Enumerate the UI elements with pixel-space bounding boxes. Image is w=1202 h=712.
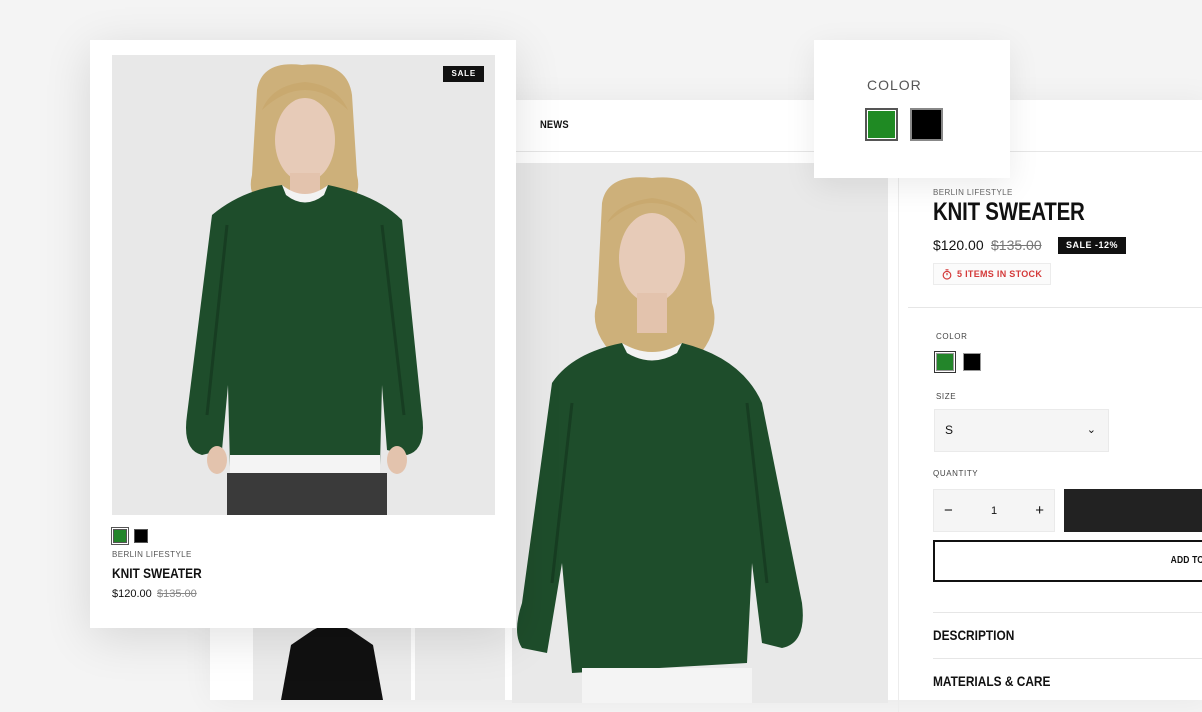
card-price: $120.00 <box>112 588 152 600</box>
add-to-cart-button[interactable]: ADD TO CART <box>933 540 1202 582</box>
quantity-value[interactable]: 1 <box>991 505 997 517</box>
color-swatch-green[interactable] <box>934 351 956 373</box>
plus-button[interactable]: + <box>1035 502 1044 519</box>
pd-divider <box>908 307 1202 308</box>
sale-badge: SALE <box>443 66 484 82</box>
pd-brand: BERLIN LIFESTYLE <box>933 188 1013 197</box>
size-select[interactable]: S ⌄ <box>934 409 1109 452</box>
chevron-down-icon: ⌄ <box>1086 424 1096 436</box>
minus-button[interactable]: − <box>944 502 953 519</box>
quantity-label: QUANTITY <box>933 469 979 478</box>
popup-swatch-black[interactable] <box>910 108 943 141</box>
product-card[interactable]: SALE BERLIN LIFESTYLE KNIT SWEATER $120.… <box>90 40 516 628</box>
stock-indicator: 5 ITEMS IN STOCK <box>933 263 1052 285</box>
card-swatch-green[interactable] <box>111 527 129 545</box>
accordion-description[interactable]: DESCRIPTION <box>933 612 1202 643</box>
card-swatch-black[interactable] <box>134 529 148 543</box>
quantity-stepper: − 1 + <box>933 489 1055 532</box>
product-card-image[interactable]: SALE <box>112 55 495 515</box>
size-label: SIZE <box>936 392 957 401</box>
pd-title: KNIT SWEATER <box>933 198 1085 226</box>
card-brand: BERLIN LIFESTYLE <box>112 550 192 559</box>
pd-price: $120.00 <box>933 237 984 253</box>
pd-old-price: $135.00 <box>991 237 1042 253</box>
accordion-materials-care[interactable]: MATERIALS & CARE <box>933 658 1202 689</box>
stock-text: 5 ITEMS IN STOCK <box>957 269 1043 279</box>
pd-sale-badge: SALE -12% <box>1058 237 1127 254</box>
color-popup-title: COLOR <box>867 77 922 93</box>
nav-item-news[interactable]: NEWS <box>540 119 569 131</box>
popup-swatch-green[interactable] <box>865 108 898 141</box>
color-swatch-black[interactable] <box>963 353 981 371</box>
divider <box>898 152 899 712</box>
color-popup: COLOR <box>814 40 1010 178</box>
card-title[interactable]: KNIT SWEATER <box>112 565 202 581</box>
gallery-thumb-green[interactable] <box>415 620 505 700</box>
buy-now-button[interactable] <box>1064 489 1202 532</box>
product-main-image[interactable] <box>512 163 888 703</box>
card-old-price: $135.00 <box>157 588 197 600</box>
size-value: S <box>945 423 954 437</box>
timer-icon <box>942 268 952 280</box>
color-label: COLOR <box>936 332 968 341</box>
gallery-thumb-black[interactable] <box>253 620 411 700</box>
